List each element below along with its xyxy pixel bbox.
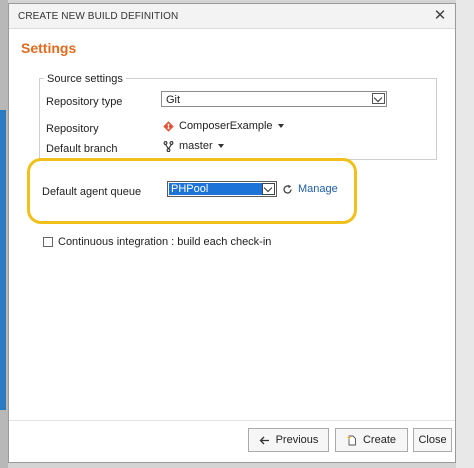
- chevron-down-icon[interactable]: [262, 183, 275, 195]
- background-window-edge: [0, 0, 8, 468]
- continuous-integration-label: Continuous integration : build each chec…: [58, 236, 272, 248]
- repository-type-value: Git: [166, 94, 181, 106]
- footer-separator: [9, 420, 455, 421]
- branch-picker[interactable]: master: [163, 140, 224, 152]
- previous-button-label: Previous: [275, 434, 319, 446]
- new-document-icon: [347, 435, 356, 445]
- default-branch-label: Default branch: [46, 143, 118, 155]
- dropdown-arrow-icon[interactable]: [277, 124, 284, 128]
- close-button-label: Close: [418, 434, 447, 446]
- agent-queue-value: PHPool: [169, 183, 262, 195]
- manage-link[interactable]: Manage: [298, 183, 338, 195]
- repository-type-label: Repository type: [46, 96, 123, 108]
- dialog-title: CREATE NEW BUILD DEFINITION: [18, 11, 179, 22]
- previous-button[interactable]: Previous: [248, 428, 329, 452]
- dialog-titlebar: CREATE NEW BUILD DEFINITION ✕: [9, 4, 455, 29]
- background-accent-bar: [0, 110, 6, 410]
- default-agent-queue-label: Default agent queue: [42, 186, 142, 198]
- continuous-integration-checkbox[interactable]: [43, 237, 53, 247]
- settings-heading: Settings: [21, 40, 77, 56]
- refresh-icon[interactable]: [282, 184, 293, 195]
- dropdown-arrow-icon[interactable]: [217, 144, 224, 148]
- repository-type-select[interactable]: Git: [161, 91, 387, 107]
- repository-label: Repository: [46, 123, 99, 135]
- default-branch-value: master: [179, 140, 213, 152]
- manage-queue[interactable]: Manage: [282, 183, 338, 195]
- arrow-left-icon: [259, 436, 269, 444]
- background-window-right: [456, 0, 474, 468]
- git-diamond-icon: [163, 120, 174, 132]
- repository-picker[interactable]: ComposerExample: [163, 120, 284, 132]
- create-build-definition-dialog: CREATE NEW BUILD DEFINITION ✕ Settings S…: [8, 3, 456, 463]
- create-button[interactable]: Create: [335, 428, 408, 452]
- create-button-label: Create: [362, 434, 397, 446]
- source-settings-legend: Source settings: [44, 73, 126, 85]
- agent-queue-select[interactable]: PHPool: [167, 181, 277, 197]
- close-button[interactable]: Close: [413, 428, 452, 452]
- chevron-down-icon[interactable]: [372, 93, 385, 104]
- close-icon[interactable]: ✕: [431, 7, 449, 25]
- repository-value: ComposerExample: [179, 120, 273, 132]
- branch-icon: [163, 140, 174, 152]
